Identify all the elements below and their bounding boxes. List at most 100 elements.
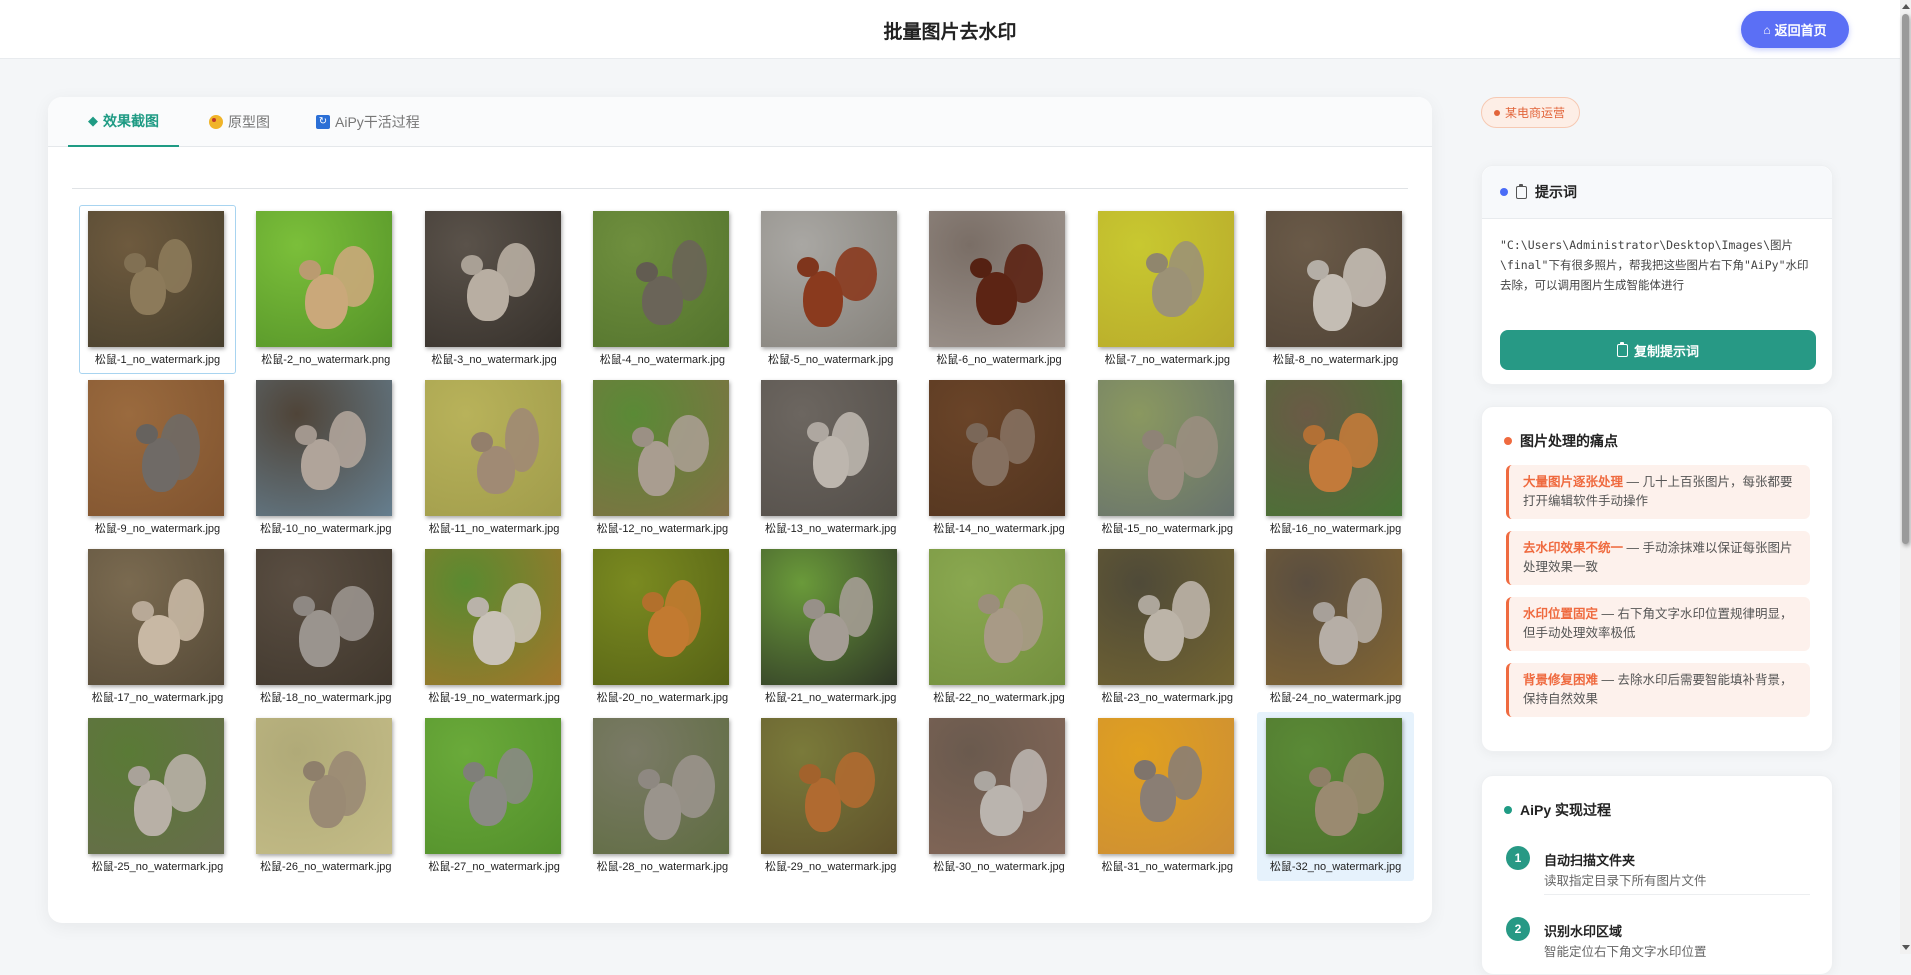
squirrel-thumbnail[interactable] — [929, 549, 1066, 685]
image-caption: 松鼠-28_no_watermark.jpg — [596, 861, 729, 873]
pain-item: 去水印效果不统一 — 手动涂抹难以保证每张图片处理效果一致 — [1506, 531, 1810, 585]
squirrel-thumbnail[interactable] — [1097, 380, 1234, 516]
pain-title-label: 图片处理的痛点 — [1520, 433, 1618, 449]
home-button[interactable]: ⌂ 返回首页 — [1741, 11, 1849, 48]
squirrel-thumbnail[interactable] — [424, 211, 561, 347]
squirrel-thumbnail[interactable] — [761, 211, 898, 347]
squirrel-thumbnail[interactable] — [592, 549, 729, 685]
squirrel-body-shape — [305, 274, 349, 329]
image-tile[interactable]: 松鼠-3_no_watermark.jpg — [416, 205, 573, 374]
pain-points-title: 图片处理的痛点 — [1504, 431, 1618, 451]
tag-dot — [1494, 109, 1500, 116]
tab-screenshots[interactable]: ◆ 效果截图 — [68, 97, 179, 147]
tab-process[interactable]: ↻ AiPy干活过程 — [296, 97, 440, 147]
squirrel-thumbnail[interactable] — [592, 718, 729, 854]
squirrel-thumbnail[interactable] — [256, 211, 393, 347]
squirrel-thumbnail[interactable] — [256, 549, 393, 685]
image-tile[interactable]: 松鼠-13_no_watermark.jpg — [752, 374, 909, 543]
squirrel-thumbnail[interactable] — [1097, 549, 1234, 685]
squirrel-thumbnail[interactable] — [424, 380, 561, 516]
squirrel-thumbnail[interactable] — [1266, 549, 1403, 685]
image-tile[interactable]: 松鼠-9_no_watermark.jpg — [79, 374, 236, 543]
image-caption: 松鼠-29_no_watermark.jpg — [764, 861, 897, 873]
squirrel-body-shape — [134, 780, 172, 836]
image-tile[interactable]: 松鼠-2_no_watermark.png — [247, 205, 404, 374]
squirrel-body-shape — [980, 785, 1024, 836]
image-tile[interactable]: 松鼠-12_no_watermark.jpg — [584, 374, 741, 543]
image-tile[interactable]: 松鼠-15_no_watermark.jpg — [1089, 374, 1246, 543]
image-tile[interactable]: 松鼠-23_no_watermark.jpg — [1089, 543, 1246, 712]
image-tile[interactable]: 松鼠-27_no_watermark.jpg — [416, 712, 573, 881]
image-tile[interactable]: 松鼠-30_no_watermark.jpg — [920, 712, 1077, 881]
image-tile[interactable]: 松鼠-25_no_watermark.jpg — [79, 712, 236, 881]
top-header: 批量图片去水印 ⌂ 返回首页 — [0, 0, 1900, 59]
image-tile[interactable]: 松鼠-5_no_watermark.jpg — [752, 205, 909, 374]
squirrel-thumbnail[interactable] — [88, 211, 224, 347]
squirrel-thumbnail[interactable] — [256, 718, 393, 854]
role-tag-label: 某电商运营 — [1505, 106, 1566, 120]
scroll-down-icon[interactable] — [1902, 945, 1910, 950]
role-tag: 某电商运营 — [1481, 97, 1581, 128]
image-tile[interactable]: 松鼠-1_no_watermark.jpg — [79, 205, 236, 374]
squirrel-head-shape — [1307, 260, 1330, 280]
tab-prototype[interactable]: 原型图 — [189, 97, 290, 147]
squirrel-thumbnail[interactable] — [592, 211, 729, 347]
squirrel-thumbnail[interactable] — [256, 380, 393, 516]
squirrel-body-shape — [1151, 267, 1192, 317]
squirrel-body-shape — [468, 776, 507, 826]
image-tile[interactable]: 松鼠-29_no_watermark.jpg — [752, 712, 909, 881]
image-tile[interactable]: 松鼠-24_no_watermark.jpg — [1257, 543, 1414, 712]
squirrel-body-shape — [643, 783, 681, 840]
image-tile[interactable]: 松鼠-31_no_watermark.jpg — [1089, 712, 1246, 881]
image-tile[interactable]: 松鼠-14_no_watermark.jpg — [920, 374, 1077, 543]
squirrel-thumbnail[interactable] — [1266, 380, 1403, 516]
copy-prompt-button[interactable]: 复制提示词 — [1500, 330, 1816, 370]
squirrel-thumbnail[interactable] — [929, 718, 1066, 854]
squirrel-thumbnail[interactable] — [88, 718, 224, 854]
image-caption: 松鼠-11_no_watermark.jpg — [428, 523, 560, 535]
image-tile[interactable]: 松鼠-20_no_watermark.jpg — [584, 543, 741, 712]
pain-item: 水印位置固定 — 右下角文字水印位置规律明显，但手动处理效率极低 — [1506, 597, 1810, 651]
image-tile[interactable]: 松鼠-10_no_watermark.jpg — [247, 374, 404, 543]
image-tile[interactable]: 松鼠-28_no_watermark.jpg — [584, 712, 741, 881]
squirrel-head-shape — [1141, 430, 1164, 450]
squirrel-thumbnail[interactable] — [1097, 718, 1234, 854]
squirrel-head-shape — [462, 762, 485, 782]
squirrel-thumbnail[interactable] — [88, 380, 224, 516]
squirrel-thumbnail[interactable] — [1266, 718, 1403, 854]
copy-button-label: 复制提示词 — [1633, 343, 1699, 359]
image-tile[interactable]: 松鼠-4_no_watermark.jpg — [584, 205, 741, 374]
image-tile[interactable]: 松鼠-19_no_watermark.jpg — [416, 543, 573, 712]
image-tile[interactable]: 松鼠-11_no_watermark.jpg — [416, 374, 573, 543]
squirrel-thumbnail[interactable] — [761, 549, 898, 685]
image-tile[interactable]: 松鼠-17_no_watermark.jpg — [79, 543, 236, 712]
image-caption: 松鼠-1_no_watermark.jpg — [94, 354, 221, 366]
image-tile[interactable]: 松鼠-21_no_watermark.jpg — [752, 543, 909, 712]
page-scrollbar[interactable] — [1900, 0, 1911, 954]
squirrel-body-shape — [984, 608, 1024, 663]
squirrel-thumbnail[interactable] — [1266, 211, 1403, 347]
squirrel-thumbnail[interactable] — [592, 380, 729, 516]
image-tile[interactable]: 松鼠-16_no_watermark.jpg — [1257, 374, 1414, 543]
squirrel-head-shape — [631, 427, 654, 447]
squirrel-thumbnail[interactable] — [424, 549, 561, 685]
squirrel-thumbnail[interactable] — [929, 380, 1066, 516]
image-tile[interactable]: 松鼠-18_no_watermark.jpg — [247, 543, 404, 712]
squirrel-thumbnail[interactable] — [761, 380, 898, 516]
squirrel-body-shape — [1143, 609, 1184, 661]
squirrel-thumbnail[interactable] — [929, 211, 1066, 347]
image-tile[interactable]: 松鼠-22_no_watermark.jpg — [920, 543, 1077, 712]
squirrel-thumbnail[interactable] — [1097, 211, 1234, 347]
image-tile[interactable]: 松鼠-8_no_watermark.jpg — [1257, 205, 1414, 374]
squirrel-thumbnail[interactable] — [88, 549, 224, 685]
image-tile[interactable]: 松鼠-26_no_watermark.jpg — [247, 712, 404, 881]
image-tile[interactable]: 松鼠-7_no_watermark.jpg — [1089, 205, 1246, 374]
scroll-up-icon[interactable] — [1902, 4, 1910, 9]
divider — [72, 188, 1408, 189]
image-tile[interactable]: 松鼠-32_no_watermark.jpg — [1257, 712, 1415, 881]
squirrel-thumbnail[interactable] — [424, 718, 561, 854]
diamond-icon: ◆ — [88, 113, 98, 128]
image-tile[interactable]: 松鼠-6_no_watermark.jpg — [920, 205, 1077, 374]
squirrel-thumbnail[interactable] — [761, 718, 898, 854]
scrollbar-thumb[interactable] — [1902, 14, 1909, 544]
